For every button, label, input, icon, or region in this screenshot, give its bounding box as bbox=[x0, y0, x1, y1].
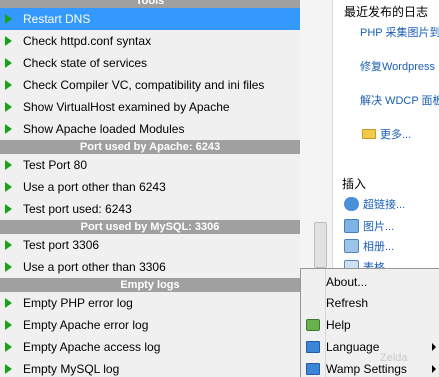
wamp-tools-menu: Tools Restart DNS Check httpd.conf synta… bbox=[0, 0, 300, 377]
more-posts-label: 更多... bbox=[380, 129, 412, 141]
menu-item-use-other-mysql-port[interactable]: Use a port other than 3306 bbox=[0, 256, 300, 278]
play-arrow-icon bbox=[5, 320, 12, 330]
folder-icon bbox=[362, 129, 376, 139]
menu-item-label: Check state of services bbox=[23, 56, 148, 70]
play-arrow-icon bbox=[5, 36, 12, 46]
menu-item-label: Empty MySQL log bbox=[23, 362, 120, 376]
context-item-about[interactable]: About... bbox=[301, 271, 439, 293]
context-item-refresh[interactable]: Refresh bbox=[301, 292, 439, 314]
menu-item-label: Show Apache loaded Modules bbox=[23, 122, 185, 136]
insert-hyperlink-item[interactable]: 超链接... bbox=[344, 196, 405, 212]
folder-icon bbox=[306, 341, 320, 353]
context-item-label: About... bbox=[326, 275, 368, 289]
section-header-empty-logs: Empty logs bbox=[0, 278, 300, 292]
play-arrow-icon bbox=[5, 298, 12, 308]
menu-item-empty-apache-access-log[interactable]: Empty Apache access log bbox=[0, 336, 300, 358]
menu-item-test-apache-port-used[interactable]: Test port used: 6243 bbox=[0, 198, 300, 220]
menu-item-empty-apache-error-log[interactable]: Empty Apache error log bbox=[0, 314, 300, 336]
context-item-label: Help bbox=[326, 318, 351, 332]
menu-item-label: Use a port other than 6243 bbox=[23, 180, 166, 194]
insert-album-item[interactable]: 相册... bbox=[344, 238, 394, 254]
insert-item-label: 超链接... bbox=[363, 199, 406, 211]
play-arrow-icon bbox=[5, 240, 12, 250]
menu-item-label: Show VirtualHost examined by Apache bbox=[23, 100, 230, 114]
wamp-context-menu: About... Refresh Help Language Wamp Sett… bbox=[300, 268, 439, 377]
menu-item-check-compiler[interactable]: Check Compiler VC, compatibility and ini… bbox=[0, 74, 300, 96]
play-arrow-icon bbox=[5, 124, 12, 134]
chevron-right-icon bbox=[432, 343, 436, 351]
menu-item-label: Test Port 80 bbox=[23, 158, 88, 172]
play-arrow-icon bbox=[5, 204, 12, 214]
play-arrow-icon bbox=[5, 102, 12, 112]
folder-icon bbox=[306, 363, 320, 375]
context-item-label: Language bbox=[326, 340, 380, 354]
context-item-label: Wamp Settings bbox=[326, 362, 407, 376]
menu-item-label: Use a port other than 3306 bbox=[23, 260, 166, 274]
menu-item-label: Check Compiler VC, compatibility and ini… bbox=[23, 78, 265, 92]
context-item-language[interactable]: Language bbox=[301, 336, 439, 358]
insert-section-title: 插入 bbox=[342, 177, 367, 191]
menu-item-empty-php-log[interactable]: Empty PHP error log bbox=[0, 292, 300, 314]
album-icon bbox=[344, 239, 359, 253]
menu-item-test-port-80[interactable]: Test Port 80 bbox=[0, 154, 300, 176]
chevron-right-icon bbox=[432, 365, 436, 373]
menu-item-check-services[interactable]: Check state of services bbox=[0, 52, 300, 74]
menu-item-test-port-3306[interactable]: Test port 3306 bbox=[0, 234, 300, 256]
context-item-help[interactable]: Help bbox=[301, 314, 439, 336]
menu-item-empty-mysql-log[interactable]: Empty MySQL log bbox=[0, 358, 300, 377]
play-arrow-icon bbox=[5, 14, 12, 24]
context-item-label: Refresh bbox=[326, 296, 369, 310]
globe-link-icon bbox=[344, 197, 359, 211]
menu-item-show-apache-modules[interactable]: Show Apache loaded Modules bbox=[0, 118, 300, 140]
menu-item-label: Empty Apache error log bbox=[23, 318, 149, 332]
menu-item-label: Empty Apache access log bbox=[23, 340, 161, 354]
help-icon bbox=[306, 319, 320, 331]
recent-post-link[interactable]: 解决 WDCP 面板 bbox=[360, 92, 439, 108]
play-arrow-icon bbox=[5, 80, 12, 90]
play-arrow-icon bbox=[5, 262, 12, 272]
menu-item-check-httpd-syntax[interactable]: Check httpd.conf syntax bbox=[0, 30, 300, 52]
menu-item-label: Restart DNS bbox=[23, 12, 91, 26]
insert-item-label: 图片... bbox=[363, 221, 395, 233]
section-header-apache-port: Port used by Apache: 6243 bbox=[0, 140, 300, 154]
more-posts-link[interactable]: 更多... bbox=[362, 126, 411, 142]
play-arrow-icon bbox=[5, 160, 12, 170]
menu-item-label: Empty PHP error log bbox=[23, 296, 133, 310]
menu-item-label: Test port used: 6243 bbox=[23, 202, 132, 216]
scrollbar-thumb[interactable] bbox=[314, 222, 327, 268]
play-arrow-icon bbox=[5, 182, 12, 192]
recent-post-link[interactable]: 修复Wordpress bbox=[360, 58, 435, 74]
recent-posts-title: 最近发布的日志 bbox=[344, 5, 429, 19]
section-header-mysql-port: Port used by MySQL: 3306 bbox=[0, 220, 300, 234]
menu-item-label: Check httpd.conf syntax bbox=[23, 34, 152, 48]
menu-item-restart-dns[interactable]: Restart DNS bbox=[0, 8, 300, 30]
watermark: Zelda bbox=[380, 352, 408, 364]
insert-item-label: 相册... bbox=[363, 241, 395, 253]
menu-item-use-other-apache-port[interactable]: Use a port other than 6243 bbox=[0, 176, 300, 198]
image-icon bbox=[344, 219, 359, 233]
section-header-tools: Tools bbox=[0, 0, 300, 8]
play-arrow-icon bbox=[5, 342, 12, 352]
play-arrow-icon bbox=[5, 364, 12, 374]
menu-item-label: Test port 3306 bbox=[23, 238, 100, 252]
recent-post-link[interactable]: PHP 采集图片到 bbox=[360, 24, 439, 40]
menu-item-show-virtualhost[interactable]: Show VirtualHost examined by Apache bbox=[0, 96, 300, 118]
insert-image-item[interactable]: 图片... bbox=[344, 218, 394, 234]
context-item-wamp-settings[interactable]: Wamp Settings bbox=[301, 358, 439, 377]
play-arrow-icon bbox=[5, 58, 12, 68]
